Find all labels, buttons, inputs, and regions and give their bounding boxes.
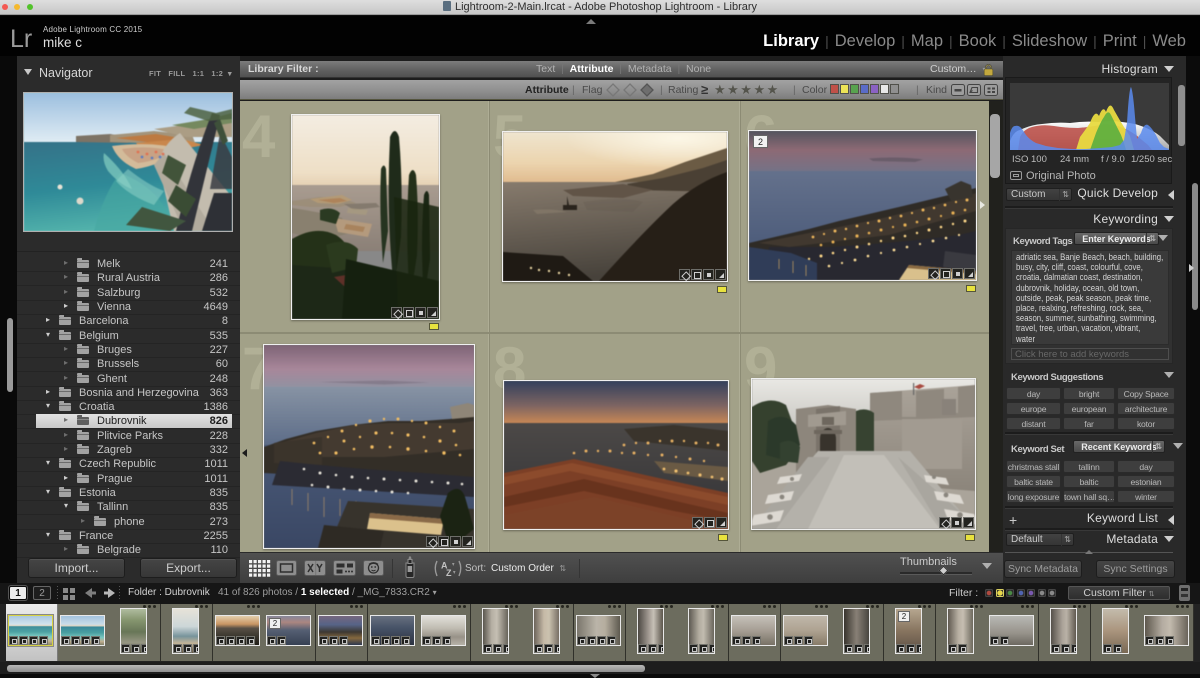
svg-text:Z: Z bbox=[446, 568, 452, 578]
